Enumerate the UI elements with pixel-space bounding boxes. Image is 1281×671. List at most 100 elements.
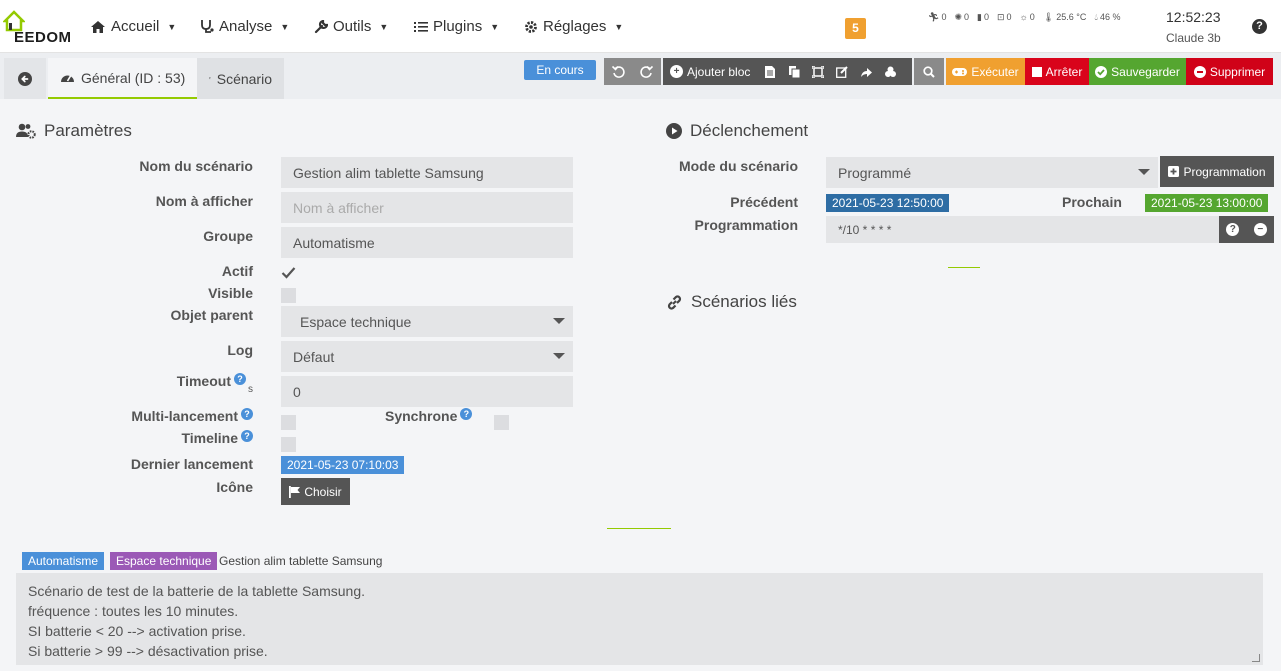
tab-scenario[interactable]: Scénario xyxy=(197,58,284,99)
timeline-checkbox[interactable] xyxy=(281,437,296,452)
description-line: fréquence : toutes les 10 minutes. xyxy=(28,603,239,619)
group-tag: Automatisme xyxy=(22,552,105,570)
timeout-help-icon[interactable]: ? xyxy=(234,373,246,385)
filter-icon xyxy=(209,77,211,80)
nav-accueil[interactable]: Accueil ▼ xyxy=(90,18,176,35)
icon-label: Icône xyxy=(216,479,253,495)
group-label: Groupe xyxy=(203,228,253,244)
parent-object-select[interactable]: Espace technique xyxy=(281,306,573,337)
minus-circle-icon xyxy=(1193,65,1206,78)
status-door[interactable]: ▮ 0 xyxy=(977,12,989,23)
multi-launch-label: Multi-lancement? xyxy=(131,408,253,424)
choose-icon-label: Choisir xyxy=(304,484,342,499)
cron-label: Programmation xyxy=(694,217,798,233)
multi-launch-checkbox[interactable] xyxy=(281,415,296,430)
nav-plugins[interactable]: Plugins ▼ xyxy=(414,18,499,35)
cron-input[interactable]: */10 * * * * xyxy=(826,216,1219,243)
log-value: Défaut xyxy=(293,348,335,365)
status-temperature[interactable]: 🌡︎ 25.6 °C xyxy=(1043,12,1087,23)
copy-icon[interactable] xyxy=(782,65,806,78)
status-window[interactable]: ⊡ 0 xyxy=(997,12,1012,23)
parent-object-label: Objet parent xyxy=(170,307,253,323)
multi-launch-help-icon[interactable]: ? xyxy=(241,408,253,420)
display-name-input[interactable]: Nom à afficher xyxy=(281,192,573,223)
dashboard-icon xyxy=(61,75,74,82)
synchrone-help-icon[interactable]: ? xyxy=(460,408,473,420)
user-name[interactable]: Claude 3b xyxy=(1166,31,1221,45)
previous-value: 2021-05-23 12:50:00 xyxy=(826,194,950,212)
nav-reglages[interactable]: Réglages ▼ xyxy=(524,18,623,35)
jeedom-logo[interactable]: EEDOM xyxy=(0,8,72,46)
chevron-down-icon: ▼ xyxy=(167,21,177,32)
scenario-name-breadcrumb: Gestion alim tablette Samsung xyxy=(219,554,383,568)
last-run-label: Dernier lancement xyxy=(130,456,253,472)
nav-outils-label: Outils xyxy=(333,18,372,35)
dropdown-caret-icon xyxy=(1138,169,1150,175)
thermometer-icon: 🌡︎ xyxy=(1042,12,1055,22)
linked-scenarios-title-text: Scénarios liés xyxy=(691,292,797,311)
group-input[interactable]: Automatisme xyxy=(281,227,573,258)
cron-help-icon[interactable]: ? xyxy=(1226,223,1240,236)
stop-button[interactable]: Arrêter xyxy=(1025,58,1089,85)
nav-plugins-label: Plugins xyxy=(433,18,483,35)
humidity-icon: 💧︎ xyxy=(1094,12,1098,22)
mode-select[interactable]: Programmé xyxy=(826,157,1158,188)
top-navbar: EEDOM Accueil ▼ Analyse ▼ Outils ▼ Plugi… xyxy=(0,0,1281,53)
flag-icon xyxy=(289,485,301,498)
execute-button[interactable]: Exécuter xyxy=(946,58,1025,85)
dropdown-caret-icon xyxy=(553,318,565,324)
tab-scenario-label: Scénario xyxy=(216,70,272,87)
search-button[interactable] xyxy=(914,58,944,85)
status-bulb[interactable]: ☼ 0 xyxy=(1020,12,1035,23)
remove-cron-icon[interactable]: − xyxy=(1253,223,1267,236)
share-icon[interactable] xyxy=(854,66,878,78)
scenario-name-input[interactable]: Gestion alim tablette Samsung xyxy=(281,157,573,188)
status-motion[interactable]: 🏃︎ 0 xyxy=(928,12,946,23)
redo-icon[interactable] xyxy=(640,65,654,78)
add-block-label: Ajouter bloc xyxy=(687,64,751,79)
timeline-help-icon[interactable]: ? xyxy=(241,430,253,442)
expand-icon[interactable] xyxy=(806,65,830,78)
nav-outils[interactable]: Outils ▼ xyxy=(314,18,388,35)
status-light[interactable]: ✺ 0 xyxy=(954,12,969,23)
file-icon[interactable] xyxy=(758,65,782,78)
play-circle-icon xyxy=(666,123,682,139)
nav-analyse-label: Analyse xyxy=(219,18,273,35)
status-humidity[interactable]: 💧︎ 46 % xyxy=(1094,12,1120,23)
search-icon xyxy=(923,65,935,78)
door-icon: ▮ xyxy=(977,12,982,22)
mode-label: Mode du scénario xyxy=(678,158,798,174)
description-textarea[interactable]: Scénario de test de la batterie de la ta… xyxy=(16,573,1263,665)
save-button[interactable]: Sauvegarder xyxy=(1089,58,1186,85)
message-count-badge[interactable]: 5 xyxy=(845,18,866,39)
delete-button[interactable]: Supprimer xyxy=(1186,58,1273,85)
link-icon xyxy=(667,294,682,310)
arrow-left-circle-icon xyxy=(18,71,32,86)
resize-handle[interactable] xyxy=(1252,654,1260,662)
add-programmation-button[interactable]: Programmation xyxy=(1160,156,1274,187)
nav-analyse[interactable]: Analyse ▼ xyxy=(200,18,289,35)
logo-text: EEDOM xyxy=(14,29,72,46)
choose-icon-button[interactable]: Choisir xyxy=(281,478,350,505)
separator xyxy=(607,528,671,529)
add-block-button[interactable]: + Ajouter bloc xyxy=(670,65,750,79)
help-icon[interactable]: ? xyxy=(1252,19,1267,34)
undo-icon[interactable] xyxy=(611,65,625,78)
separator xyxy=(948,267,980,268)
back-button[interactable] xyxy=(4,58,46,99)
cubes-icon[interactable] xyxy=(878,66,902,78)
tab-general[interactable]: Général (ID : 53) xyxy=(48,58,198,99)
plus-square-icon xyxy=(1168,166,1180,177)
nav-reglages-label: Réglages xyxy=(543,18,607,35)
visible-checkbox[interactable] xyxy=(281,288,296,303)
synchrone-checkbox[interactable] xyxy=(494,415,509,430)
log-select[interactable]: Défaut xyxy=(281,341,573,372)
parametres-title: Paramètres xyxy=(16,121,132,141)
checkmark-icon xyxy=(281,267,296,279)
status-summary: 🏃︎ 0 ✺ 0 ▮ 0 ⊡ 0 ☼ 0 🌡︎ 25.6 °C 💧︎ 46 % xyxy=(928,12,1121,23)
last-run-value: 2021-05-23 07:10:03 xyxy=(281,456,405,474)
edit-icon[interactable] xyxy=(830,65,854,78)
timeout-input[interactable]: 0 xyxy=(281,376,573,407)
active-checkbox[interactable] xyxy=(281,265,296,280)
chevron-down-icon: ▼ xyxy=(280,21,290,32)
